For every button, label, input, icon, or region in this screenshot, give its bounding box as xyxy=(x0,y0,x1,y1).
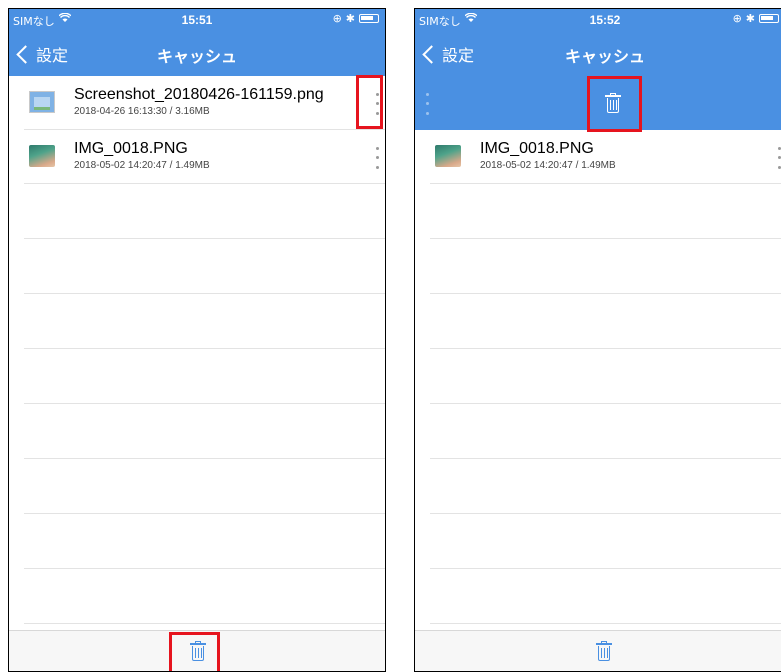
file-meta: 2018-05-02 14:20:47 / 1.49MB xyxy=(480,160,616,171)
file-name: IMG_0018.PNG xyxy=(480,140,594,157)
file-row[interactable]: IMG_0018.PNG 2018-05-02 14:20:47 / 1.49M… xyxy=(24,130,385,184)
empty-row xyxy=(430,184,781,239)
empty-row xyxy=(430,239,781,294)
battery-icon xyxy=(759,14,779,23)
empty-row xyxy=(24,239,385,294)
status-time: 15:51 xyxy=(181,13,213,27)
status-icons: ⊕ ✱ xyxy=(333,12,379,25)
empty-row xyxy=(430,514,781,569)
status-time: 15:52 xyxy=(589,13,621,27)
empty-row xyxy=(430,294,781,349)
page-title: キャッシュ xyxy=(564,47,645,66)
status-bar: SIMなし 15:51 ⊕ ✱ xyxy=(9,9,385,31)
file-name: Screenshot_20180426-161159.png xyxy=(74,86,324,103)
navigation-bar: 設定 キャッシュ xyxy=(415,31,781,76)
file-meta: 2018-04-26 16:13:30 / 3.16MB xyxy=(74,106,210,117)
status-icons: ⊕ ✱ xyxy=(733,12,779,25)
more-options-icon[interactable] xyxy=(371,90,383,118)
status-bar: SIMなし 15:52 ⊕ ✱ xyxy=(415,9,781,31)
more-options-icon[interactable] xyxy=(773,144,781,172)
alarm-icon: ⊕ xyxy=(732,13,742,25)
bluetooth-icon: ✱ xyxy=(345,13,355,25)
empty-row xyxy=(430,404,781,459)
image-thumbnail xyxy=(29,91,55,113)
swiped-row-delete-action xyxy=(415,76,781,130)
alarm-icon: ⊕ xyxy=(332,13,342,25)
trash-icon[interactable] xyxy=(596,641,612,661)
empty-row xyxy=(430,349,781,404)
file-row[interactable]: Screenshot_20180426-161159.png 2018-04-2… xyxy=(24,76,385,130)
more-options-icon[interactable] xyxy=(371,144,383,172)
empty-row xyxy=(430,459,781,514)
empty-row xyxy=(24,404,385,459)
empty-row xyxy=(24,514,385,569)
battery-icon xyxy=(359,14,379,23)
page-title: キャッシュ xyxy=(156,47,237,66)
file-name: IMG_0018.PNG xyxy=(74,140,188,157)
phone-screen-before: SIMなし 15:51 ⊕ ✱ 設定 キャッシュ Screenshot_2018… xyxy=(8,8,386,672)
photo-thumbnail xyxy=(435,145,461,167)
empty-row xyxy=(24,184,385,239)
bluetooth-icon: ✱ xyxy=(745,13,755,25)
empty-row xyxy=(24,294,385,349)
phone-screen-after: SIMなし 15:52 ⊕ ✱ 設定 キャッシュ IMG_0018.PNG 20… xyxy=(414,8,781,672)
empty-row xyxy=(24,349,385,404)
bottom-toolbar xyxy=(415,630,781,671)
photo-thumbnail xyxy=(29,145,55,167)
empty-row xyxy=(430,569,781,624)
file-meta: 2018-05-02 14:20:47 / 1.49MB xyxy=(74,160,210,171)
empty-row xyxy=(24,569,385,624)
navigation-bar: 設定 キャッシュ xyxy=(9,31,385,76)
bottom-toolbar xyxy=(9,630,385,671)
cache-file-list: Screenshot_20180426-161159.png 2018-04-2… xyxy=(9,76,385,624)
drag-handle-icon[interactable] xyxy=(425,90,429,118)
file-row[interactable]: IMG_0018.PNG 2018-05-02 14:20:47 / 1.49M… xyxy=(430,130,781,184)
cache-file-list: IMG_0018.PNG 2018-05-02 14:20:47 / 1.49M… xyxy=(415,130,781,624)
trash-icon[interactable] xyxy=(605,93,621,113)
empty-row xyxy=(24,459,385,514)
trash-icon[interactable] xyxy=(190,641,206,661)
